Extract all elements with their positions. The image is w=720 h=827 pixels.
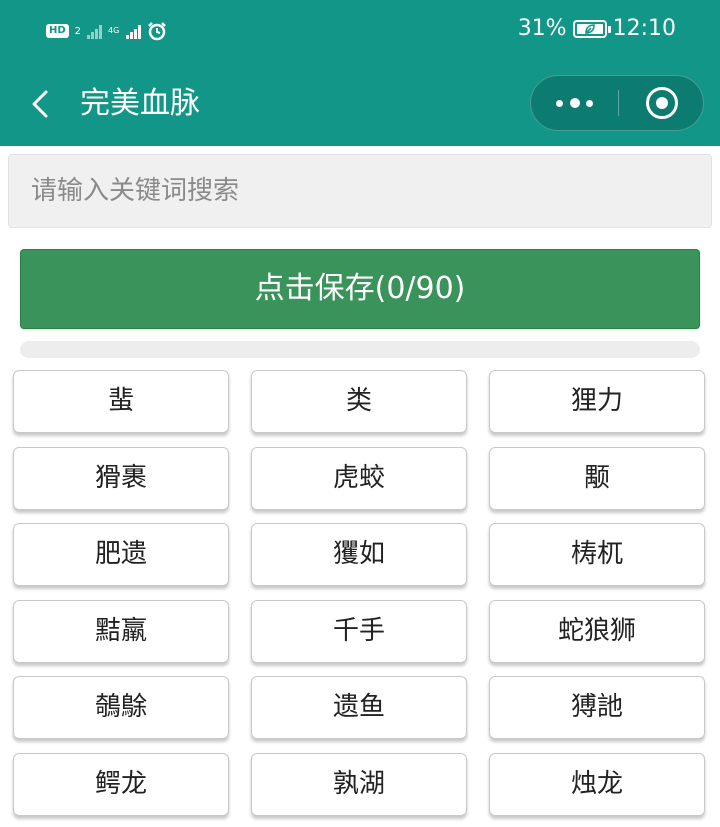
item-chip[interactable]: 鳄龙 xyxy=(13,753,229,816)
status-icons-right: 31% 12:10 xyxy=(518,16,676,41)
battery-icon xyxy=(572,19,611,38)
target-circle-icon[interactable] xyxy=(619,76,705,130)
more-dots-icon[interactable] xyxy=(531,76,617,130)
page-title: 完美血脉 xyxy=(80,86,200,121)
item-chip[interactable]: 梼杌 xyxy=(489,523,705,586)
item-chip[interactable]: 蛇狼狮 xyxy=(489,600,705,663)
signal-icon xyxy=(87,23,103,39)
mini-program-capsule xyxy=(530,75,704,131)
item-chip[interactable]: 猾裹 xyxy=(13,447,229,510)
status-icons-left: HD 2 4G xyxy=(46,18,167,44)
item-chip[interactable]: 孰湖 xyxy=(251,753,467,816)
item-chip[interactable]: 颙 xyxy=(489,447,705,510)
search-input[interactable] xyxy=(8,154,712,228)
status-bar: HD 2 4G 31% 12:10 xyxy=(0,0,720,62)
alarm-clock-icon xyxy=(148,22,167,41)
item-chip[interactable]: 千手 xyxy=(251,600,467,663)
item-chip[interactable]: 狸力 xyxy=(489,370,705,433)
item-chip[interactable]: 类 xyxy=(251,370,467,433)
chevron-left-icon[interactable] xyxy=(26,84,56,124)
item-chip[interactable]: 鵸鵌 xyxy=(13,676,229,739)
item-chip[interactable]: 遗鱼 xyxy=(251,676,467,739)
network-type-label: 4G xyxy=(108,26,120,35)
signal-4g-icon xyxy=(126,23,142,39)
item-chip[interactable]: 玃如 xyxy=(251,523,467,586)
item-chip[interactable]: 肥遗 xyxy=(13,523,229,586)
nav-bar: 完美血脉 xyxy=(0,62,720,146)
item-chip[interactable]: 虎蛟 xyxy=(251,447,467,510)
sim-slot-label: 2 xyxy=(74,25,82,37)
item-chip[interactable]: 蜚 xyxy=(13,370,229,433)
battery-percent: 31% xyxy=(517,16,567,41)
save-button[interactable]: 点击保存(0/90) xyxy=(20,249,700,329)
clock-time: 12:10 xyxy=(612,16,676,41)
hd-badge: HD xyxy=(46,24,69,38)
item-chip[interactable]: 黠羸 xyxy=(13,600,229,663)
progress-bar xyxy=(20,341,700,358)
item-chip[interactable]: 烛龙 xyxy=(489,753,705,816)
item-chip[interactable]: 猼訑 xyxy=(489,676,705,739)
